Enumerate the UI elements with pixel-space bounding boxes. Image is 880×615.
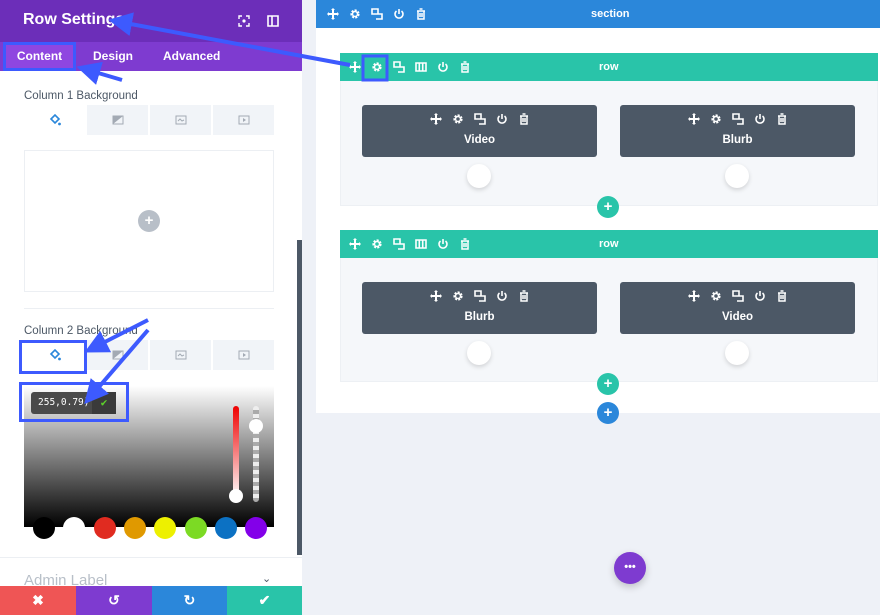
annotation-arrows (76, 12, 389, 405)
annotation-arrow (108, 12, 351, 67)
annotation-arrow (76, 61, 123, 85)
annotation-arrow (84, 318, 149, 353)
annotation-box (361, 54, 389, 82)
annotation-arrow (84, 328, 150, 405)
